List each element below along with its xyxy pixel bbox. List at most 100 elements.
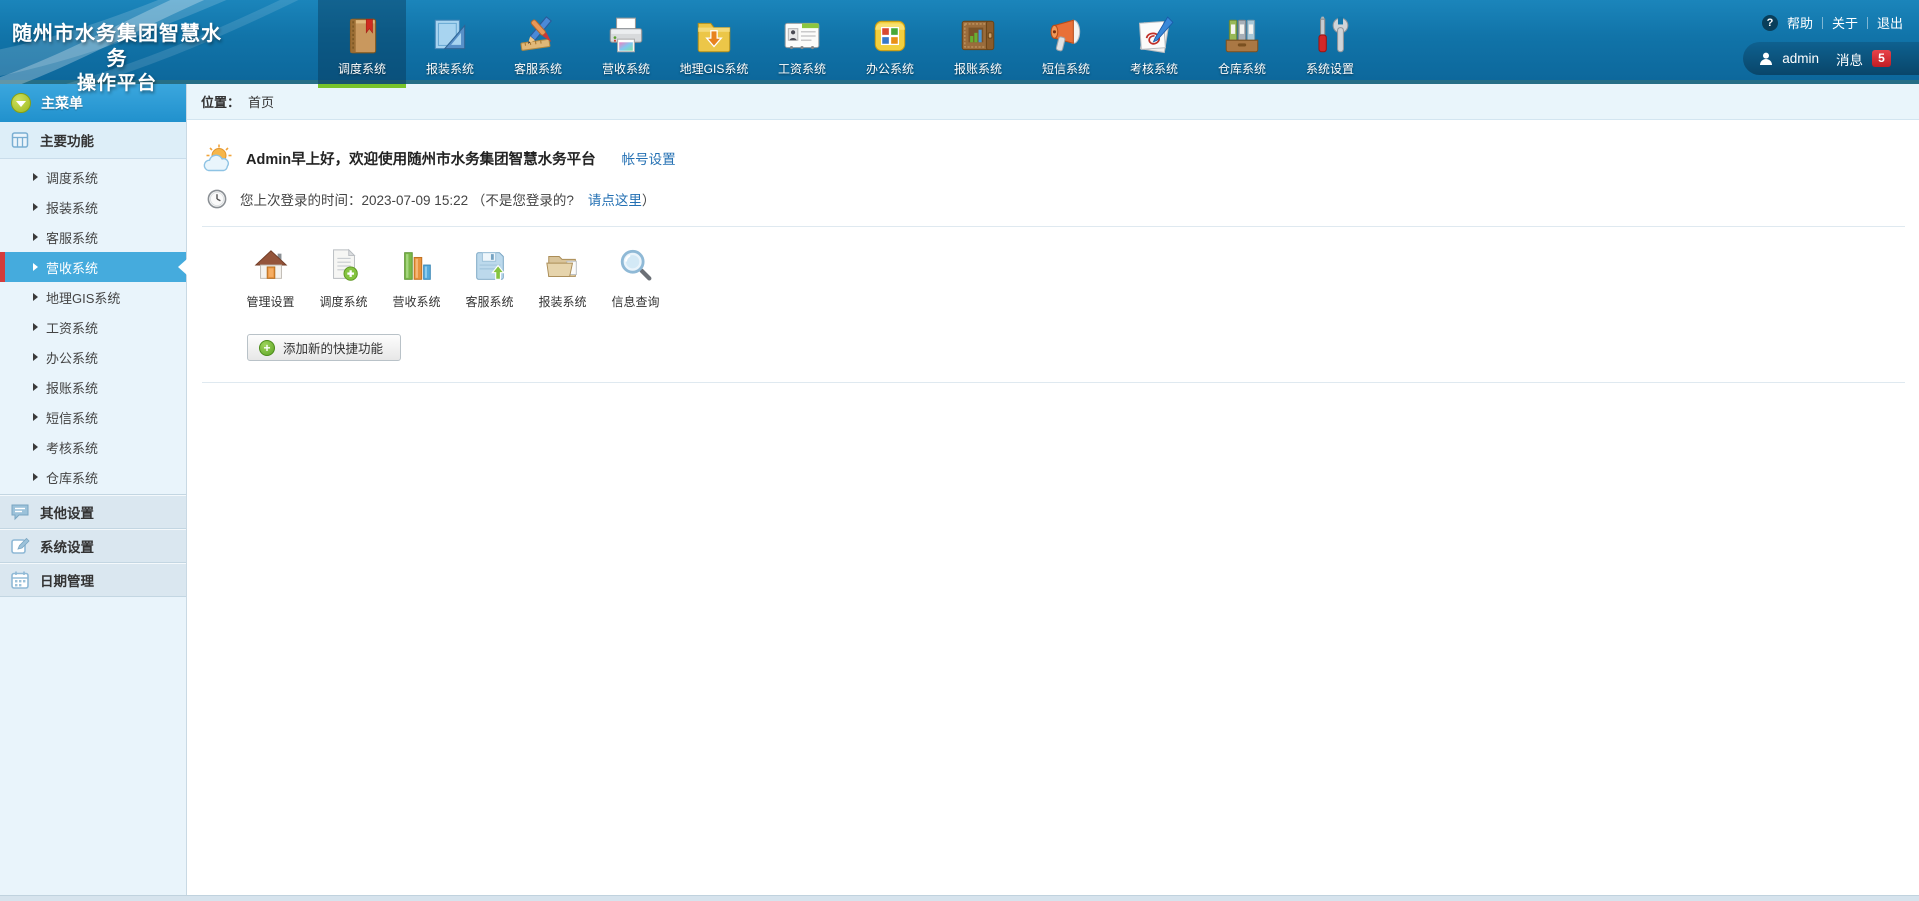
shortcut-label: 客服系统 (465, 293, 513, 310)
sidebar-menu-list: 调度系统 报装系统 客服系统 营收系统 地理GIS系统 工资系统 办公系统 报账… (0, 159, 186, 492)
username: admin (1782, 51, 1819, 66)
folder-document-icon (544, 247, 582, 285)
sidebar-item-label: 考核系统 (46, 438, 98, 457)
nav-item-payroll[interactable]: 工资系统 (758, 0, 846, 84)
magnifier-icon (617, 247, 655, 285)
nav-label: 客服系统 (514, 60, 562, 77)
nav-item-warehouse[interactable]: 仓库系统 (1198, 0, 1286, 84)
nav-label: 工资系统 (778, 60, 826, 77)
edit-icon (10, 536, 30, 556)
help-link[interactable]: 帮助 (1787, 13, 1813, 32)
shortcut-label: 报装系统 (538, 293, 586, 310)
shortcut-dispatch[interactable]: 调度系统 (307, 247, 380, 310)
sidebar-section-system-settings[interactable]: 系统设置 (0, 529, 186, 563)
sidebar-group-main-functions[interactable]: 主要功能 (0, 122, 186, 159)
nav-item-installation[interactable]: 报装系统 (406, 0, 494, 84)
add-shortcut-button[interactable]: + 添加新的快捷功能 (247, 334, 401, 361)
nav-item-office[interactable]: 办公系统 (846, 0, 934, 84)
nav-item-accounting[interactable]: 报账系统 (934, 0, 1022, 84)
megaphone-icon (1045, 15, 1087, 57)
shortcut-revenue[interactable]: 营收系统 (380, 247, 453, 310)
not-you-link[interactable]: 请点这里 (588, 189, 642, 209)
sidebar-item-label: 短信系统 (46, 408, 98, 427)
app-title: 随州市水务集团智慧水务 操作平台 (8, 22, 226, 96)
about-link[interactable]: 关于 (1832, 13, 1858, 32)
nav-item-sms[interactable]: 短信系统 (1022, 0, 1110, 84)
logout-link[interactable]: 退出 (1877, 13, 1903, 32)
home-icon (252, 247, 290, 285)
exam-paper-icon (1133, 15, 1175, 57)
message-count-badge[interactable]: 5 (1872, 50, 1891, 67)
sidebar-item-label: 工资系统 (46, 318, 98, 337)
breadcrumb-current[interactable]: 首页 (248, 92, 274, 111)
blueprint-icon (429, 15, 471, 57)
sidebar-item-customer-service[interactable]: 客服系统 (0, 222, 186, 252)
sidebar-section-other-settings[interactable]: 其他设置 (0, 495, 186, 529)
sidebar-item-dispatch[interactable]: 调度系统 (0, 162, 186, 192)
sidebar-item-warehouse[interactable]: 仓库系统 (0, 462, 186, 492)
last-login-suffix: ） (642, 189, 656, 209)
sidebar-item-gis[interactable]: 地理GIS系统 (0, 282, 186, 312)
sidebar-item-revenue[interactable]: 营收系统 (0, 252, 186, 282)
top-nav: 调度系统 报装系统 客服系统 (318, 0, 1374, 84)
shortcut-installation[interactable]: 报装系统 (526, 247, 599, 310)
shortcut-admin-settings[interactable]: 管理设置 (234, 247, 307, 310)
caret-right-icon (33, 443, 38, 451)
breadcrumb: 位置： 首页 (187, 84, 1919, 120)
folder-download-icon (693, 15, 735, 57)
sidebar-item-office[interactable]: 办公系统 (0, 342, 186, 372)
sidebar-item-label: 调度系统 (46, 168, 98, 187)
nav-item-assessment[interactable]: 考核系统 (1110, 0, 1198, 84)
caret-right-icon (33, 203, 38, 211)
sidebar-item-label: 报装系统 (46, 198, 98, 217)
sidebar-item-sms[interactable]: 短信系统 (0, 402, 186, 432)
sidebar-item-label: 地理GIS系统 (46, 288, 120, 307)
grid-icon (10, 130, 30, 150)
divider (1822, 17, 1823, 29)
sidebar-item-accounting[interactable]: 报账系统 (0, 372, 186, 402)
caret-right-icon (33, 293, 38, 301)
account-settings-link[interactable]: 帐号设置 (622, 148, 676, 168)
book-icon (341, 15, 383, 57)
chevron-down-icon (11, 93, 31, 113)
shortcut-label: 调度系统 (319, 293, 367, 310)
caret-right-icon (33, 233, 38, 241)
weather-sun-cloud-icon (202, 144, 236, 172)
messages-link[interactable]: 消息 (1836, 49, 1863, 69)
sidebar-item-payroll[interactable]: 工资系统 (0, 312, 186, 342)
nav-item-revenue[interactable]: 营收系统 (582, 0, 670, 84)
sidebar-section-date-management[interactable]: 日期管理 (0, 563, 186, 597)
sidebar-item-label: 营收系统 (46, 258, 98, 277)
nav-item-customer-service[interactable]: 客服系统 (494, 0, 582, 84)
sidebar-item-assessment[interactable]: 考核系统 (0, 432, 186, 462)
nav-item-dispatch[interactable]: 调度系统 (318, 0, 406, 84)
sidebar-item-label: 报账系统 (46, 378, 98, 397)
shortcut-label: 管理设置 (246, 293, 294, 310)
last-login-row: 您上次登录的时间：2023-07-09 15:22 （不是您登录的? 请点这里 … (202, 189, 1905, 209)
sidebar-item-label: 仓库系统 (46, 468, 98, 487)
add-shortcut-label: 添加新的快捷功能 (283, 338, 383, 357)
app-header: 随州市水务集团智慧水务 操作平台 调度系统 报装系统 (0, 0, 1919, 84)
nav-item-system-settings[interactable]: 系统设置 (1286, 0, 1374, 84)
app-title-line1: 随州市水务集团智慧水务 (8, 22, 226, 72)
caret-right-icon (33, 353, 38, 361)
user-icon (1759, 52, 1773, 66)
sidebar-section-label: 系统设置 (40, 536, 94, 556)
calendar-icon (10, 570, 30, 590)
footer-strip (0, 895, 1919, 901)
plus-circle-icon: + (259, 340, 275, 356)
header-quick-links: ? 帮助 关于 退出 (1762, 13, 1903, 32)
nav-item-gis[interactable]: 地理GIS系统 (670, 0, 758, 84)
app-title-line2: 操作平台 (8, 72, 226, 96)
divider (1867, 17, 1868, 29)
user-pill[interactable]: admin 消息 5 (1743, 42, 1919, 75)
shortcuts-row: 管理设置 调度系统 (202, 247, 1905, 310)
sidebar-menu-title: 主菜单 (41, 93, 83, 113)
nav-label: 考核系统 (1130, 60, 1178, 77)
tools-icon (1309, 15, 1351, 57)
shortcut-info-query[interactable]: 信息查询 (599, 247, 672, 310)
shortcut-customer-service[interactable]: 客服系统 (453, 247, 526, 310)
last-login-text: 您上次登录的时间：2023-07-09 15:22 （不是您登录的? (240, 189, 574, 209)
caret-right-icon (33, 383, 38, 391)
sidebar-item-installation[interactable]: 报装系统 (0, 192, 186, 222)
